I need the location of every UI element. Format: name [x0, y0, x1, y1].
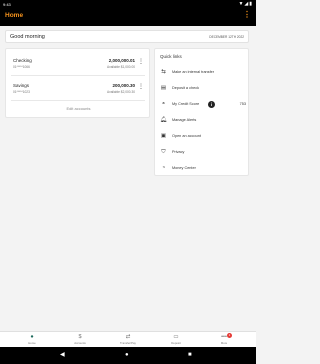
quick-link-deposit-check[interactable]: ▤ Deposit a check — [159, 84, 247, 94]
greeting-bar: Good morning DECEMBER 12TH 2022 — [5, 30, 249, 43]
check-deposit-icon: ▤ — [160, 85, 167, 91]
more-horiz-icon: ••• — [221, 334, 227, 340]
quick-link-privacy[interactable]: ⛉ Privacy — [159, 148, 247, 158]
home-icon: ● — [30, 334, 34, 340]
bottom-navigation: ● Home $ Accounts ⇄ Transfer/Pay ▭ Depos… — [0, 331, 256, 347]
nav-deposit[interactable]: ▭ Deposit — [151, 334, 201, 345]
nav-label: Accounts — [74, 341, 86, 345]
nav-more[interactable]: ••• More 1 — [199, 333, 249, 345]
dollar-icon: $ — [78, 334, 82, 340]
credit-score-icon: ◓ — [161, 101, 166, 107]
nav-label: More — [220, 341, 228, 345]
shield-icon: ⛉ — [161, 149, 166, 155]
account-row-savings[interactable]: Savings 01*****1023 200,000.30 Available… — [11, 79, 145, 101]
quick-link-label: Open an account — [172, 134, 201, 138]
transfer-icon: ⇆ — [161, 69, 166, 75]
nav-label: Home — [28, 341, 36, 345]
nav-transfer-pay[interactable]: ⇄ Transfer/Pay — [103, 334, 153, 345]
quick-link-label: Privacy — [172, 150, 185, 154]
system-navigation-bar: ◀ ● ■ — [0, 347, 256, 364]
greeting-date: DECEMBER 12TH 2022 — [209, 35, 244, 39]
account-available: Available $1,000.00 — [107, 65, 135, 69]
nav-accounts[interactable]: $ Accounts — [55, 334, 105, 345]
more-vert-icon[interactable]: ⋮ — [138, 84, 144, 90]
money-center-icon: ◔ — [161, 165, 166, 171]
account-available: Available $2,000.30 — [107, 90, 135, 94]
account-number: 01*****1066 — [13, 65, 30, 69]
account-row-checking[interactable]: Checking 01*****1066 2,000,000.01 Availa… — [11, 54, 145, 76]
status-icons: ▼◢▮ — [238, 1, 253, 7]
credit-score-value: 753 — [239, 102, 246, 106]
more-vert-icon[interactable]: ⋮ — [243, 11, 251, 19]
status-bar: 9:43 ▼◢▮ — [0, 0, 256, 8]
quick-link-label: Manage Alerts — [172, 118, 197, 122]
nav-label: Deposit — [171, 341, 181, 345]
more-vert-icon[interactable]: ⋮ — [138, 59, 144, 65]
quick-link-label: My Credit Score — [172, 102, 200, 106]
quick-link-manage-alerts[interactable]: 🔔︎ Manage Alerts — [159, 116, 247, 126]
nav-label: Transfer/Pay — [120, 341, 136, 345]
quick-link-money-center[interactable]: ◔ Money Center — [159, 164, 247, 174]
quick-link-internal-transfer[interactable]: ⇆ Make an internal transfer — [159, 68, 247, 78]
recents-icon[interactable]: ■ — [188, 352, 192, 358]
edit-accounts-link[interactable]: Edit accounts — [6, 106, 151, 111]
quick-link-credit-score[interactable]: ◓ My Credit Score i 753 — [159, 100, 247, 110]
back-icon[interactable]: ◀ — [60, 352, 65, 358]
quick-links-card: Quick links ⇆ Make an internal transfer … — [154, 48, 249, 176]
info-icon[interactable]: i — [208, 101, 215, 108]
open-account-icon: ▣ — [160, 133, 167, 139]
nav-home[interactable]: ● Home — [7, 334, 57, 345]
transfer-pay-icon: ⇄ — [125, 334, 131, 340]
deposit-icon: ▭ — [173, 334, 179, 340]
home-circle-icon[interactable]: ● — [125, 352, 129, 358]
account-balance: 2,000,000.01 — [108, 58, 135, 63]
quick-link-label: Money Center — [172, 166, 196, 170]
accounts-card: Checking 01*****1066 2,000,000.01 Availa… — [5, 48, 150, 118]
account-name: Savings — [13, 83, 30, 88]
bell-icon: 🔔︎ — [160, 117, 167, 123]
greeting-text: Good morning — [10, 34, 45, 40]
account-name: Checking — [13, 58, 32, 63]
quick-link-label: Deposit a check — [172, 86, 200, 90]
quick-link-label: Make an internal transfer — [172, 70, 214, 74]
account-balance: 200,000.30 — [112, 83, 135, 88]
status-time: 9:43 — [3, 1, 11, 7]
quick-link-open-account[interactable]: ▣ Open an account — [159, 132, 247, 142]
notification-badge: 1 — [227, 333, 232, 338]
page-title: Home — [5, 12, 24, 19]
account-number: 01*****1023 — [13, 90, 30, 94]
quick-links-title: Quick links — [160, 54, 182, 59]
app-bar: Home ⋮ — [0, 8, 256, 26]
